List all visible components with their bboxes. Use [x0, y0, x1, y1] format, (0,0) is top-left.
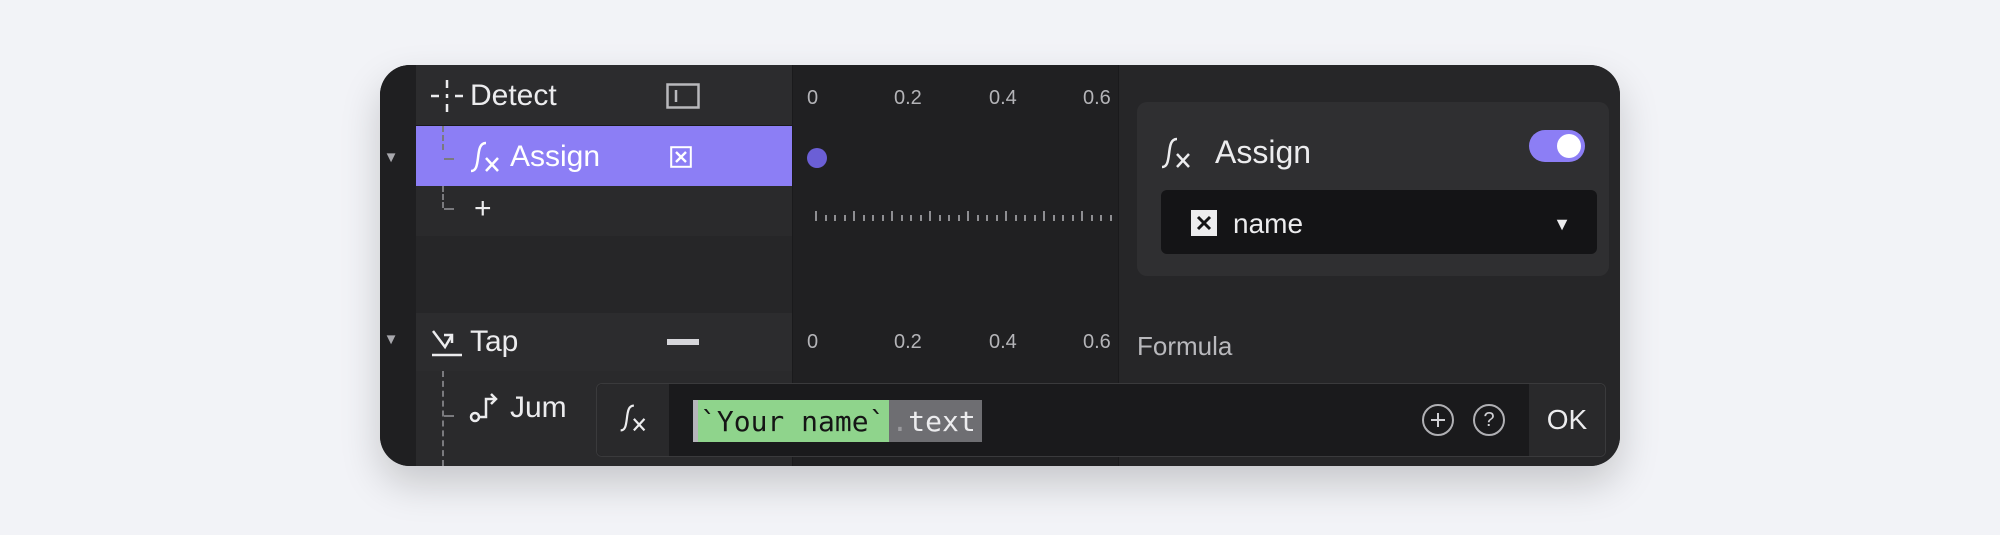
layer-gutter: ▼ ▼ [380, 65, 416, 466]
string-token: `Your name` [698, 400, 890, 442]
inspector-title: Assign [1215, 134, 1312, 170]
ruler-tick [929, 211, 931, 221]
fx-icon [468, 140, 502, 174]
tree-connector [442, 126, 444, 150]
ruler-tick [995, 215, 998, 221]
ok-button[interactable]: OK [1529, 384, 1605, 456]
variable-value: name [1233, 208, 1304, 239]
ruler-tick [1062, 215, 1064, 221]
toggle-knob [1557, 134, 1581, 158]
dot-token: . [889, 400, 909, 442]
ruler-tick [853, 211, 855, 221]
tree-connector [442, 371, 444, 466]
formula-editor: `Your name` . text ? OK [596, 383, 1606, 457]
ruler-tick [1071, 215, 1074, 221]
layer-label: Jum [510, 391, 567, 424]
add-action-button[interactable]: + [474, 194, 492, 224]
ruler-tick [824, 215, 827, 221]
ruler-tick-label: 0.2 [894, 87, 922, 109]
crosshair-icon [430, 79, 464, 113]
ruler-tick [1090, 215, 1093, 221]
layer-spacer [416, 236, 792, 316]
jump-icon [468, 389, 502, 423]
ruler-tick [862, 215, 865, 221]
formula-section-label: Formula [1137, 331, 1233, 361]
ruler-tick [1005, 211, 1007, 221]
formula-input[interactable]: `Your name` . text [693, 400, 982, 442]
variable-icon[interactable] [670, 146, 692, 168]
layer-row-add[interactable]: + [416, 186, 792, 236]
ruler-tick [938, 215, 941, 221]
ruler-tick [1109, 215, 1112, 221]
collapse-detect-icon[interactable]: ▼ [382, 150, 400, 165]
variable-icon [1191, 210, 1217, 241]
dash-icon[interactable] [666, 337, 700, 347]
ruler-tick [919, 215, 922, 221]
ruler-tick [1052, 215, 1055, 221]
ruler-tick-label: 0.2 [894, 331, 922, 353]
enable-toggle[interactable] [1529, 130, 1585, 162]
ruler-tick-label: 0.4 [989, 331, 1017, 353]
ruler-tick [872, 215, 874, 221]
help-icon[interactable]: ? [1473, 404, 1505, 436]
ruler-tick [957, 215, 960, 221]
layer-row-tap[interactable]: Tap [416, 313, 792, 372]
ruler-tick [900, 215, 903, 221]
layer-label: Assign [510, 140, 601, 173]
plus-circle-icon[interactable] [1422, 404, 1454, 436]
ruler-tick-label: 0.6 [1083, 87, 1111, 109]
ruler-tick [1024, 215, 1026, 221]
app-window: ▼ ▼ Detect Assign + Tap Jum 0 0.2 0.4 0.… [380, 65, 1620, 466]
ruler-tick [967, 211, 969, 221]
ruler-tick-label: 0 [807, 331, 819, 353]
tree-connector-h [444, 415, 454, 417]
layer-row-assign[interactable]: Assign [416, 126, 792, 186]
ruler-tick [1014, 215, 1017, 221]
ruler-tick-label: 0 [807, 87, 819, 109]
ruler-tick [1043, 211, 1045, 221]
ruler-tick [986, 215, 988, 221]
ruler-tick [881, 215, 884, 221]
ruler-tick [1081, 211, 1083, 221]
ruler-tick-label: 0.6 [1083, 331, 1111, 353]
tree-connector-h [444, 208, 454, 210]
ruler-tick [1100, 215, 1102, 221]
property-token: text [908, 400, 982, 442]
ruler-tick [910, 215, 912, 221]
formula-fx-button[interactable] [597, 384, 669, 456]
variable-select[interactable]: name ▼ [1161, 190, 1597, 254]
layer-label: Tap [470, 325, 519, 358]
ruler-tick [948, 215, 950, 221]
ruler-tick [891, 211, 893, 221]
tap-trigger-icon [430, 325, 464, 359]
tree-connector-h [444, 158, 454, 160]
ruler-tick [834, 215, 836, 221]
ruler-tick [1033, 215, 1036, 221]
ruler-tick [815, 211, 817, 221]
frame-icon[interactable] [666, 83, 700, 109]
collapse-tap-icon[interactable]: ▼ [382, 332, 400, 347]
chevron-down-icon: ▼ [1553, 214, 1571, 234]
fx-icon [618, 403, 648, 438]
layer-row-detect[interactable]: Detect [416, 65, 792, 126]
ruler-ticks[interactable] [815, 211, 1119, 221]
layer-label: Detect [470, 79, 557, 112]
assign-card: Assign name ▼ [1137, 102, 1609, 276]
ruler-tick [843, 215, 846, 221]
keyframe-dot[interactable] [807, 148, 827, 168]
fx-icon [1159, 136, 1193, 175]
ruler-tick [976, 215, 979, 221]
tree-connector [442, 186, 444, 208]
ruler-tick-label: 0.4 [989, 87, 1017, 109]
